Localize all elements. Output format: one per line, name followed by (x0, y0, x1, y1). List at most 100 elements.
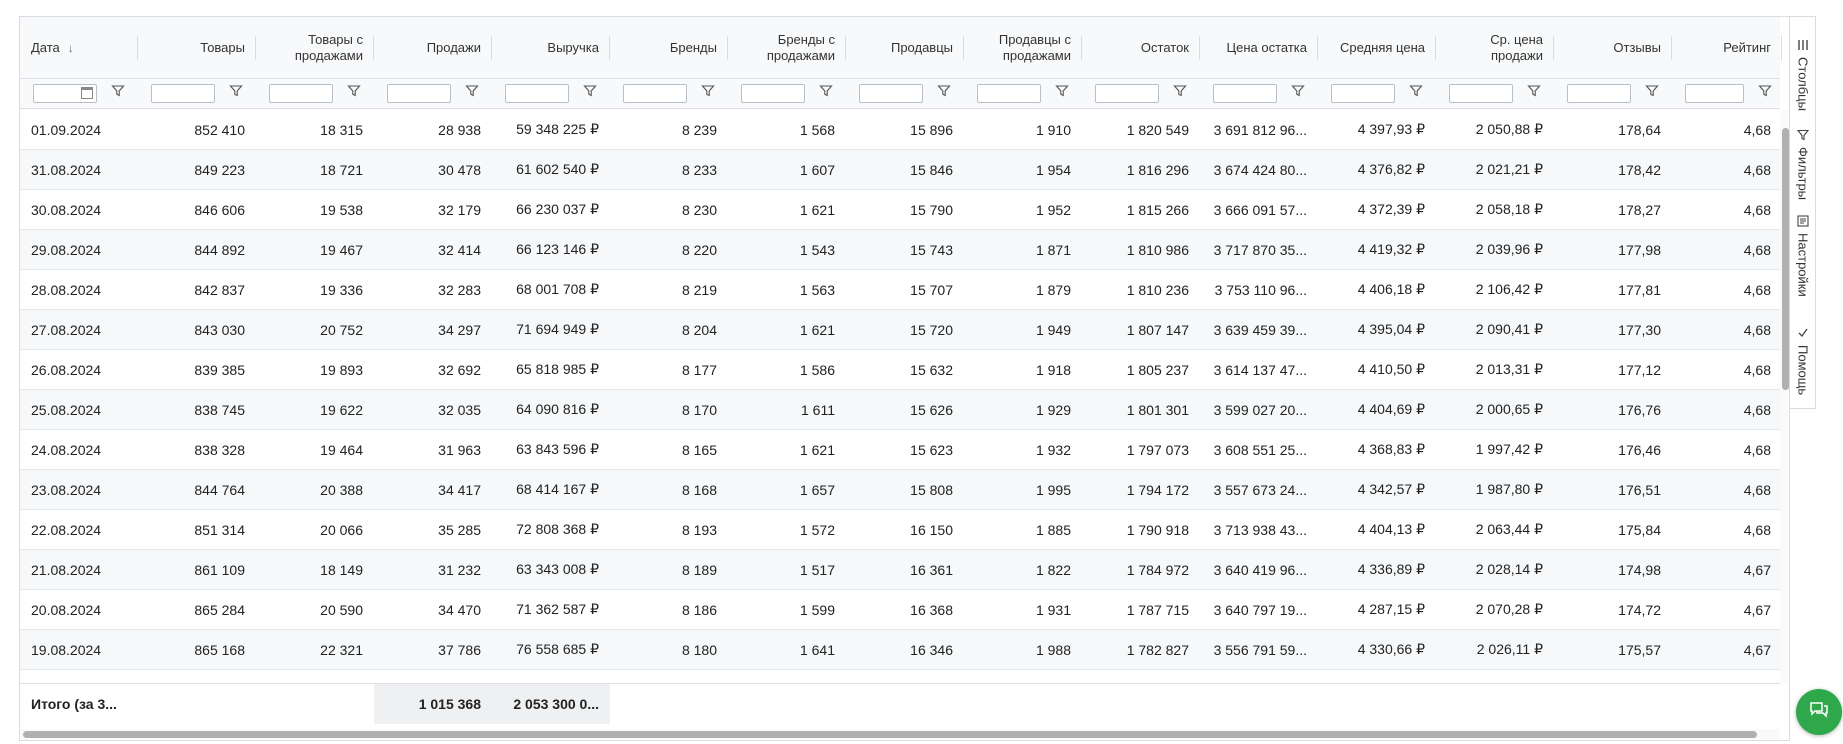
sidebar-tab-help[interactable]: Помощь (1790, 327, 1816, 395)
table-cell: 1 621 (799, 321, 835, 338)
column-header[interactable]: Товары с продажами (256, 17, 374, 78)
table-cell: 4 342,57 ₽ (1357, 481, 1425, 497)
table-row[interactable]: 29.08.2024 844 892 19 467 32 414 66 123 146 … (20, 230, 1780, 270)
column-header[interactable]: Остаток (1082, 17, 1200, 78)
table-cell: 20 590 (320, 601, 363, 618)
funnel-icon[interactable] (229, 84, 243, 103)
table-row[interactable]: 21.08.2024 861 109 18 149 31 232 63 343 008 … (20, 550, 1780, 590)
table-row[interactable]: 19.08.2024 865 168 22 321 37 786 76 558 685 … (20, 630, 1780, 670)
column-header[interactable]: Цена остатка (1200, 17, 1318, 78)
horizontal-scroll-thumb[interactable] (23, 731, 1757, 738)
filter-input[interactable] (1567, 84, 1631, 103)
funnel-icon[interactable] (937, 84, 951, 103)
table-cell: 76 558 685 ₽ (516, 641, 599, 657)
column-header[interactable]: Товары (138, 17, 256, 78)
column-header[interactable]: Продажи (374, 17, 492, 78)
funnel-icon[interactable] (1645, 84, 1659, 103)
table-cell: 174,72 (1618, 601, 1661, 618)
table-cell: 1 932 (1035, 441, 1071, 458)
calendar-icon[interactable] (81, 87, 93, 99)
filter-input[interactable] (151, 84, 215, 103)
funnel-icon[interactable] (1055, 84, 1069, 103)
column-header[interactable]: Средняя цена (1318, 17, 1436, 78)
horizontal-scrollbar[interactable] (20, 729, 1780, 739)
funnel-icon[interactable] (1173, 84, 1187, 103)
filter-input[interactable] (387, 84, 451, 103)
table-cell: 20.08.2024 (31, 601, 102, 618)
column-header[interactable]: Дата ↓ (20, 17, 138, 78)
column-header[interactable]: Бренды (610, 17, 728, 78)
funnel-icon[interactable] (1291, 84, 1305, 103)
table-cell: 31 232 (438, 561, 481, 578)
vertical-scroll-thumb[interactable] (1782, 128, 1789, 390)
table-row[interactable]: 22.08.2024 851 314 20 066 35 285 72 808 368 … (20, 510, 1780, 550)
filter-input[interactable] (1449, 84, 1513, 103)
funnel-icon[interactable] (1409, 84, 1423, 103)
table-cell: 71 694 949 ₽ (516, 321, 599, 337)
table-row[interactable]: 26.08.2024 839 385 19 893 32 692 65 818 985 … (20, 350, 1780, 390)
table-cell: 1 797 073 (1126, 441, 1189, 458)
filter-input[interactable] (1685, 84, 1744, 103)
funnel-icon[interactable] (347, 84, 361, 103)
column-header[interactable]: Ср. цена продажи (1436, 17, 1554, 78)
filter-input[interactable] (505, 84, 569, 103)
table-row[interactable]: 01.09.2024 852 410 18 315 28 938 59 348 225 … (20, 110, 1780, 150)
table-row[interactable]: 31.08.2024 849 223 18 721 30 478 61 602 540 … (20, 150, 1780, 190)
column-filter (1672, 79, 1782, 108)
table-cell: 3 674 424 80... (1213, 161, 1307, 178)
column-header[interactable]: Отзывы (1554, 17, 1672, 78)
table-row[interactable]: 23.08.2024 844 764 20 388 34 417 68 414 167 … (20, 470, 1780, 510)
column-header[interactable]: Бренды с продажами (728, 17, 846, 78)
table-cell: 175,57 (1618, 641, 1661, 658)
column-header[interactable]: Рейтинг (1672, 17, 1782, 78)
table-cell: 20 066 (320, 521, 363, 538)
table-row[interactable]: 25.08.2024 838 745 19 622 32 035 64 090 816 … (20, 390, 1780, 430)
table-cell: 30.08.2024 (31, 201, 102, 218)
funnel-icon[interactable] (1527, 84, 1541, 103)
table-cell: 4 368,83 ₽ (1357, 441, 1425, 457)
table-cell: 15 808 (910, 481, 953, 498)
table-cell: 32 414 (438, 241, 481, 258)
funnel-icon[interactable] (819, 84, 833, 103)
table-row[interactable]: 30.08.2024 846 606 19 538 32 179 66 230 037 … (20, 190, 1780, 230)
filter-input[interactable] (1095, 84, 1159, 103)
sort-arrow-icon[interactable]: ↓ (68, 40, 74, 56)
funnel-icon[interactable] (465, 84, 479, 103)
filter-input[interactable] (741, 84, 805, 103)
column-header[interactable]: Продавцы с продажами (964, 17, 1082, 78)
columns-icon (1797, 39, 1809, 51)
column-header[interactable]: Выручка (492, 17, 610, 78)
table-cell: 1 801 301 (1126, 401, 1189, 418)
table-cell: 1 782 827 (1126, 641, 1189, 658)
funnel-icon[interactable] (111, 84, 125, 103)
table-row[interactable]: 24.08.2024 838 328 19 464 31 963 63 843 596 … (20, 430, 1780, 470)
table-cell: 4 397,93 ₽ (1357, 121, 1425, 137)
table-cell: 3 640 419 96... (1213, 561, 1307, 578)
filter-input[interactable] (1331, 84, 1395, 103)
funnel-icon[interactable] (583, 84, 597, 103)
filter-input[interactable] (623, 84, 687, 103)
funnel-icon[interactable] (1758, 84, 1772, 103)
sidebar-tab-filters[interactable]: Фильтры (1790, 129, 1816, 200)
table-row[interactable]: 27.08.2024 843 030 20 752 34 297 71 694 949 … (20, 310, 1780, 350)
filter-input[interactable] (269, 84, 333, 103)
sidebar-tab-settings[interactable]: Настройки (1790, 215, 1816, 297)
table-cell: 4,67 (1743, 641, 1771, 658)
column-header-label: Товары с продажами (294, 31, 363, 63)
table-row[interactable]: 20.08.2024 865 284 20 590 34 470 71 362 587 … (20, 590, 1780, 630)
date-filter-input[interactable] (33, 84, 97, 103)
chat-button[interactable] (1796, 689, 1842, 735)
table-cell: 1 820 549 (1126, 121, 1189, 138)
vertical-scrollbar[interactable] (1780, 110, 1789, 683)
totals-row: Итого (за 3... 1 015 368 2 053 300 0... (20, 683, 1780, 724)
filter-input[interactable] (977, 84, 1041, 103)
column-header[interactable]: Продавцы (846, 17, 964, 78)
filter-input[interactable] (1213, 84, 1277, 103)
table-cell: 3 753 110 96... (1214, 281, 1307, 298)
table-row[interactable]: 28.08.2024 842 837 19 336 32 283 68 001 708 … (20, 270, 1780, 310)
table-cell: 1 918 (1035, 361, 1071, 378)
table-cell: 01.09.2024 (31, 121, 102, 138)
sidebar-tab-columns[interactable]: Столбцы (1790, 39, 1816, 111)
filter-input[interactable] (859, 84, 923, 103)
funnel-icon[interactable] (701, 84, 715, 103)
